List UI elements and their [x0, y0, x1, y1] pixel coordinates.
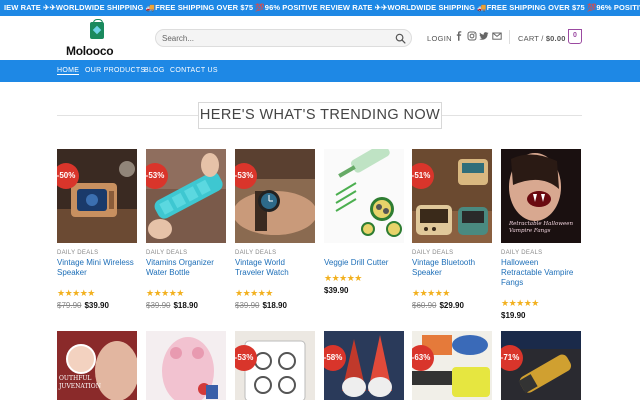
nav-item-blog[interactable]: BLOG	[144, 67, 165, 74]
star-rating: ★★★★★	[324, 273, 362, 283]
search-bar	[155, 29, 412, 47]
sale-price: $29.90	[439, 301, 464, 310]
product-price: $39.90 $18.90	[146, 301, 226, 310]
nav-item-contact-us[interactable]: CONTACT US	[170, 67, 218, 74]
product-card[interactable]: -58%	[324, 331, 404, 400]
image-caption: Retractable Halloween Vampire Fangs	[509, 221, 574, 234]
email-icon[interactable]	[492, 31, 502, 41]
cart-label: CART /	[518, 34, 544, 43]
veggie-cutter-image	[324, 149, 404, 243]
shopping-bag-icon	[90, 19, 104, 39]
product-image[interactable]: -50%	[57, 149, 137, 243]
product-card[interactable]: -63%	[412, 331, 492, 400]
sale-price: $19.90	[501, 311, 526, 320]
star-rating: ★★★★★	[57, 288, 95, 298]
search-icon[interactable]	[395, 33, 406, 44]
product-card[interactable]	[146, 331, 226, 400]
twitter-icon[interactable]	[479, 31, 489, 41]
product-card[interactable]: -51% DAILY DEALS Vintage Bluetooth Speak…	[412, 149, 492, 310]
product-category	[324, 250, 404, 256]
product-image[interactable]	[324, 149, 404, 243]
product-name[interactable]: Vintage Mini Wireless Speaker	[57, 258, 137, 288]
site-header: Molooco LOGIN CART / $0.00 0	[0, 16, 640, 60]
cart-link[interactable]: CART / $0.00	[518, 34, 566, 43]
product-card[interactable]: -50% DAILY DEALS Vintage Mini Wireless S…	[57, 149, 137, 310]
product-card[interactable]: Retractable Halloween Vampire Fangs DAIL…	[501, 149, 581, 320]
product-image[interactable]: -51%	[412, 149, 492, 243]
promo-ticker: IEW RATE ✈✈WORLDWIDE SHIPPING 🚚FREE SHIP…	[0, 0, 640, 16]
product-name[interactable]: Halloween Retractable Vampire Fangs	[501, 258, 581, 288]
site-logo[interactable]: Molooco	[64, 19, 134, 58]
product-image[interactable]: -53%	[146, 149, 226, 243]
star-rating: ★★★★★	[501, 298, 539, 308]
sale-price: $39.90	[84, 301, 109, 310]
original-price: $39.90	[146, 301, 171, 310]
product-image[interactable]: -53%	[235, 149, 315, 243]
logo-text: Molooco	[66, 44, 114, 58]
instagram-icon[interactable]	[467, 31, 477, 41]
image-caption: OUTHFUL JUVENATION	[59, 375, 101, 390]
cart-count-badge[interactable]: 0	[568, 29, 582, 44]
product-category: DAILY DEALS	[501, 250, 543, 256]
product-name[interactable]: Vintage Bluetooth Speaker	[412, 258, 492, 288]
sale-price: $18.90	[262, 301, 287, 310]
section-title: HERE'S WHAT'S TRENDING NOW	[198, 102, 442, 129]
facebook-icon[interactable]	[454, 31, 464, 41]
product-price: $19.90	[501, 311, 581, 320]
product-card[interactable]: -71%	[501, 331, 581, 400]
product-price: $60.90 $29.90	[412, 301, 492, 310]
product-image[interactable]: Retractable Halloween Vampire Fangs	[501, 149, 581, 243]
product-category: DAILY DEALS	[235, 250, 277, 256]
ticker-text: IEW RATE ✈✈WORLDWIDE SHIPPING 🚚FREE SHIP…	[4, 3, 640, 12]
product-price: $79.90 $39.90	[57, 301, 137, 310]
star-rating: ★★★★★	[412, 288, 450, 298]
header-divider	[509, 30, 510, 44]
nav-item-our-products[interactable]: OUR PRODUCTS	[85, 67, 145, 74]
main-nav: HOME OUR PRODUCTS BLOG CONTACT US	[0, 60, 640, 82]
product-card[interactable]: Veggie Drill Cutter ★★★★★ $39.90	[324, 149, 404, 295]
product-name[interactable]: Vitamins Organizer Water Bottle	[146, 258, 226, 288]
product-card[interactable]: OUTHFUL JUVENATION	[57, 331, 137, 400]
product-card[interactable]: -53%	[235, 331, 315, 400]
product-price: $39.90 $18.90	[235, 301, 315, 310]
product-category: DAILY DEALS	[412, 250, 454, 256]
product-category: DAILY DEALS	[146, 250, 188, 256]
product-name[interactable]: Veggie Drill Cutter	[324, 258, 404, 270]
product-card[interactable]: -53% DAILY DEALS Vintage World Traveler …	[235, 149, 315, 310]
star-rating: ★★★★★	[146, 288, 184, 298]
rose-bear-image	[146, 331, 226, 400]
product-category: DAILY DEALS	[57, 250, 99, 256]
sale-price: $18.90	[173, 301, 198, 310]
product-price: $39.90	[324, 286, 404, 295]
product-card[interactable]: -53% DAILY DEALS Vitamins Organizer Wate…	[146, 149, 226, 310]
original-price: $60.90	[412, 301, 437, 310]
search-input[interactable]	[162, 32, 387, 45]
login-link[interactable]: LOGIN	[427, 34, 452, 43]
star-rating: ★★★★★	[235, 288, 273, 298]
sale-price: $39.90	[324, 286, 349, 295]
original-price: $79.90	[57, 301, 82, 310]
nav-item-home[interactable]: HOME	[57, 67, 80, 75]
cart-total: $0.00	[545, 34, 566, 43]
original-price: $39.90	[235, 301, 260, 310]
product-name[interactable]: Vintage World Traveler Watch	[235, 258, 315, 288]
